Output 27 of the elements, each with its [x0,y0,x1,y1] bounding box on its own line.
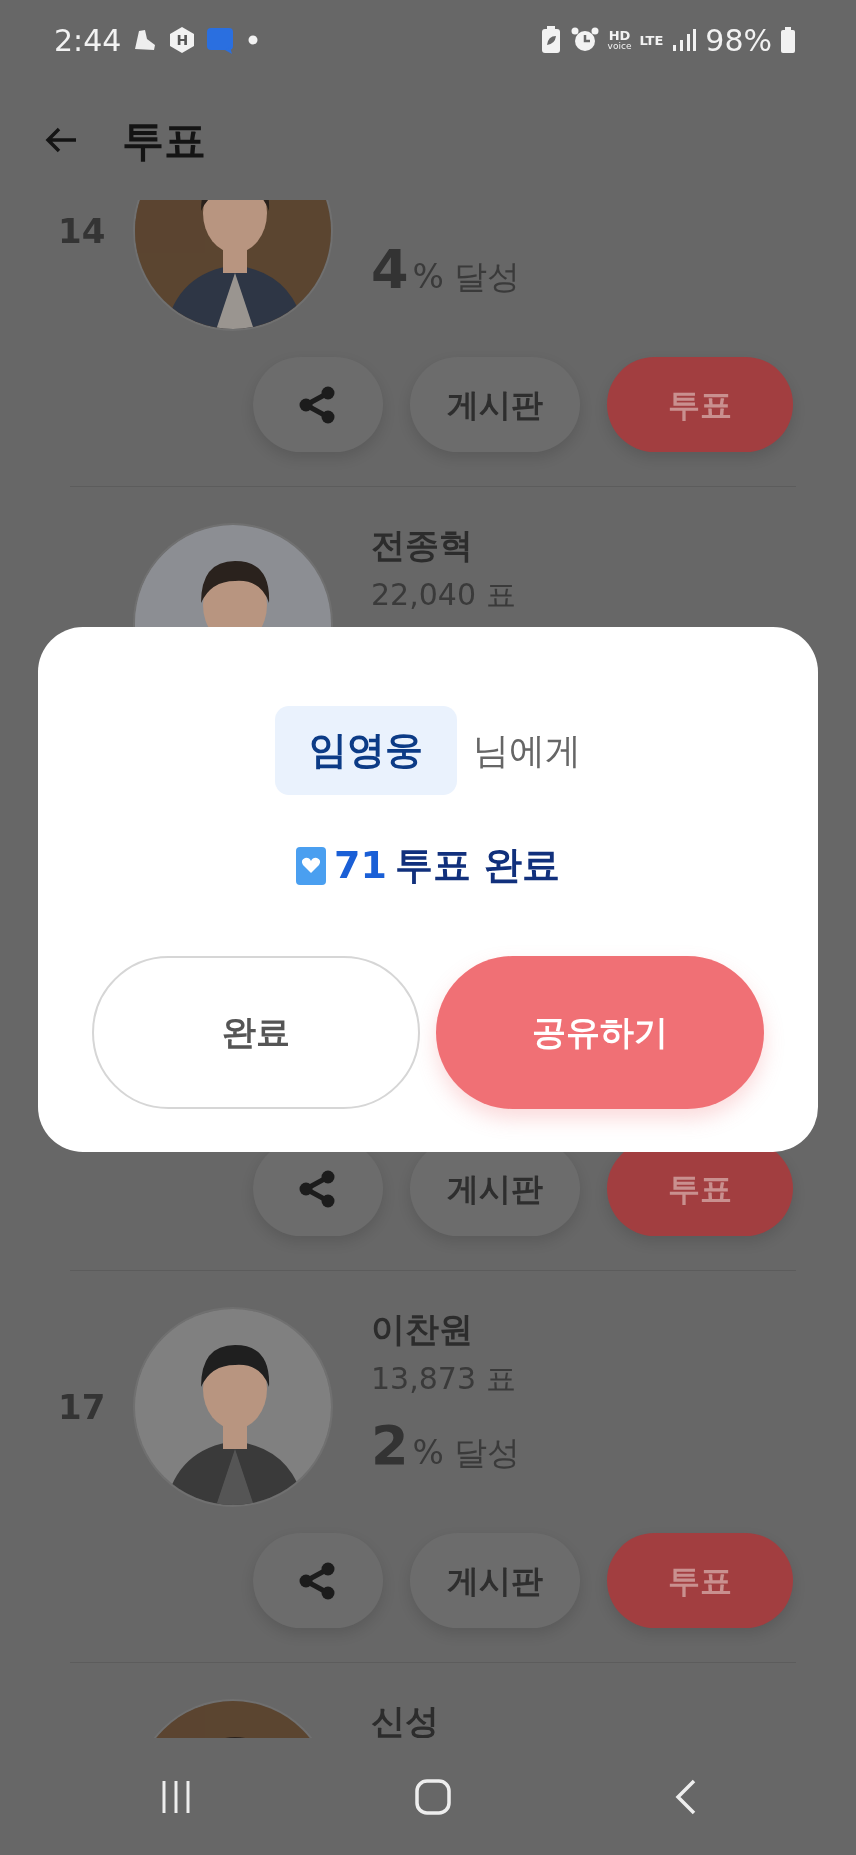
board-button[interactable]: 게시판 [410,357,580,452]
recipient-name: 임영웅 [275,706,457,795]
lte-label: LTE [639,33,664,47]
home-icon[interactable] [413,1776,453,1817]
candidate-name: 전종혁 [371,525,473,565]
signal-icon [671,27,698,53]
done-button[interactable]: 완료 [92,956,420,1109]
back-button[interactable] [44,125,78,155]
back-arrow-icon [44,125,78,155]
vote-amount: 71 [333,842,387,889]
share-button[interactable]: 공유하기 [436,956,764,1109]
vote-result: 투표 완료 [394,842,561,889]
board-button[interactable]: 게시판 [410,1533,580,1628]
candidate-name: 이찬원 [371,1309,473,1349]
app-letter-label: H [176,31,189,49]
battery-icon [780,26,796,54]
candidate-name: 신성 [371,1701,439,1738]
vote-button[interactable]: 투표 [607,1533,793,1628]
page-title: 투표 [122,114,206,167]
clock-time: 2:44 [54,21,122,60]
battery-percent: 98% [705,21,772,60]
message-icon [205,25,236,55]
battery-saver-icon [539,25,562,55]
vote-button[interactable]: 투표 [607,357,793,452]
heart-ticket-icon [295,846,326,885]
hd-voice-label: HD voice [607,29,632,51]
recipient-suffix: 님에게 [473,728,581,773]
